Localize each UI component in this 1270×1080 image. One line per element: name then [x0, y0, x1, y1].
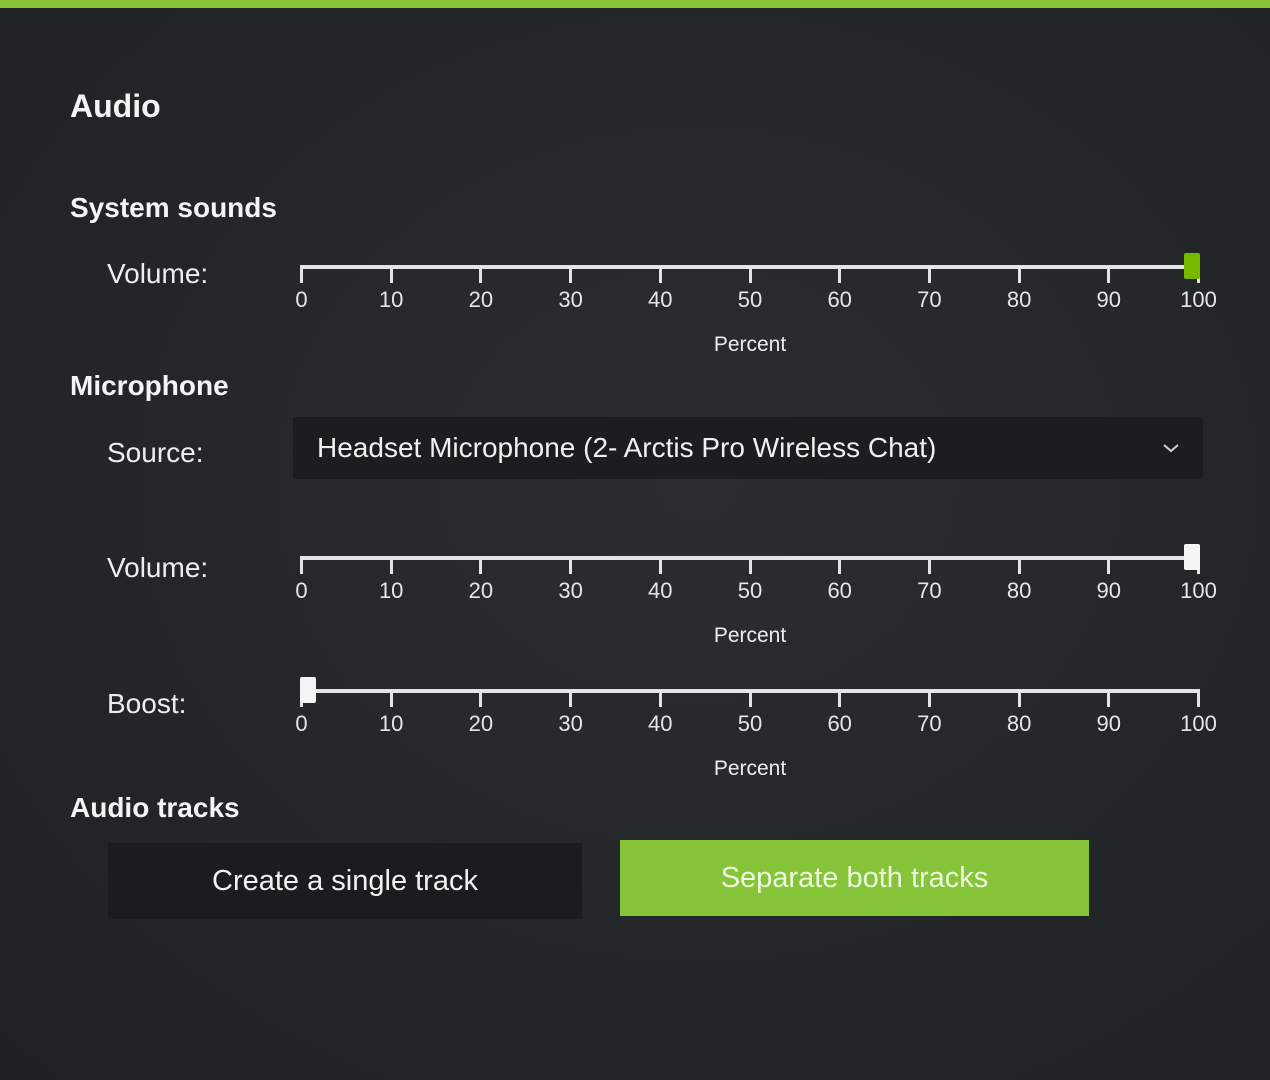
audio-settings-panel: Audio System sounds Volume: Percent 0 10 2… — [0, 0, 1270, 1080]
slider-tick — [479, 693, 483, 707]
slider-tick-label: 10 — [378, 578, 404, 603]
slider-tick-label: 40 — [648, 711, 673, 736]
slider-tick-label: 10 — [378, 287, 404, 312]
slider-tick — [389, 560, 393, 574]
slider-tick-label: 60 — [827, 711, 852, 736]
slider-tick — [1107, 693, 1111, 707]
slider-tick — [569, 693, 573, 707]
slider-tick-label: 20 — [468, 711, 494, 736]
slider-tick — [927, 269, 931, 283]
slider-thumb[interactable] — [300, 677, 316, 703]
slider-tick-label: 30 — [558, 287, 583, 312]
slider-tick — [389, 269, 393, 283]
slider-tick — [927, 560, 931, 574]
slider-tick — [658, 269, 662, 283]
slider-tick — [927, 693, 931, 707]
slider-tick — [389, 693, 393, 707]
slider-tick-label: 50 — [737, 578, 763, 603]
microphone-volume-label: Volume: — [107, 552, 209, 583]
slider-tick — [748, 269, 752, 283]
slider-tick-label: 70 — [917, 287, 942, 312]
slider-tick-label: 90 — [1096, 287, 1122, 312]
microphone-boost-slider[interactable]: Percent 0 10 20 30 40 50 60 70 80 90 100 — [295, 677, 1217, 789]
slider-tick — [1017, 693, 1021, 707]
slider-tick — [479, 560, 483, 574]
slider-tick-label: 30 — [558, 711, 583, 736]
microphone-volume-slider[interactable]: Percent 0 10 20 30 40 50 60 70 80 90 100 — [295, 544, 1217, 656]
system-volume-label: Volume: — [107, 258, 209, 289]
slider-tick-label: 50 — [737, 287, 763, 312]
separate-both-tracks-button[interactable]: Separate both tracks — [620, 840, 1089, 916]
slider-axis-label: Percent — [713, 333, 787, 356]
slider-tick — [1017, 269, 1021, 283]
slider-tick — [1017, 560, 1021, 574]
slider-tick-label: 0 — [295, 578, 308, 603]
slider-tick — [300, 269, 303, 283]
slider-tick-label: 50 — [737, 711, 763, 736]
microphone-heading: Microphone — [70, 370, 229, 401]
slider-tick — [838, 693, 842, 707]
slider-tick-label: 60 — [827, 578, 852, 603]
slider-tick — [838, 560, 842, 574]
page-title: Audio — [70, 88, 161, 124]
slider-tick-label: 80 — [1006, 711, 1032, 736]
slider-tick-label: 80 — [1006, 287, 1032, 312]
slider-tick — [1197, 693, 1200, 707]
slider-tick-label: 90 — [1096, 578, 1122, 603]
slider-tick-label: 30 — [558, 578, 583, 603]
slider-tick — [658, 693, 662, 707]
slider-tick — [569, 560, 573, 574]
microphone-source-label: Source: — [107, 437, 204, 468]
microphone-source-dropdown[interactable]: Headset Microphone (2- Arctis Pro Wirele… — [293, 417, 1203, 479]
slider-tick-label: 70 — [917, 711, 942, 736]
slider-tick — [658, 560, 662, 574]
slider-tick-label: 60 — [827, 287, 852, 312]
microphone-source-value: Headset Microphone (2- Arctis Pro Wirele… — [317, 432, 937, 463]
audio-tracks-heading: Audio tracks — [70, 792, 240, 823]
slider-tick-label: 80 — [1006, 578, 1032, 603]
slider-tick-label: 20 — [468, 287, 494, 312]
chevron-down-icon[interactable] — [1151, 442, 1191, 454]
slider-tick — [748, 693, 752, 707]
slider-tick-label: 0 — [295, 711, 308, 736]
slider-tick — [479, 269, 483, 283]
slider-tick — [569, 269, 573, 283]
system-volume-slider[interactable]: Percent 0 10 20 30 40 50 60 70 80 90 100 — [295, 253, 1217, 365]
slider-thumb[interactable] — [1184, 253, 1200, 279]
slider-axis-label: Percent — [713, 757, 787, 780]
slider-tick-label: 40 — [648, 287, 673, 312]
slider-tick-label: 10 — [378, 711, 404, 736]
slider-tick — [838, 269, 842, 283]
slider-tick-label: 20 — [468, 578, 494, 603]
system-sounds-heading: System sounds — [70, 192, 277, 223]
slider-tick-label: 70 — [917, 578, 942, 603]
microphone-boost-label: Boost: — [107, 688, 187, 719]
slider-tick-label: 100 — [1180, 711, 1217, 736]
slider-tick-label: 90 — [1096, 711, 1122, 736]
slider-tick-label: 100 — [1180, 578, 1217, 603]
create-single-track-button[interactable]: Create a single track — [108, 843, 582, 919]
slider-tick-label: 40 — [648, 578, 673, 603]
slider-tick — [300, 560, 303, 574]
top-accent-bar — [0, 0, 1270, 8]
slider-tick — [748, 560, 752, 574]
slider-tick — [1107, 560, 1111, 574]
slider-thumb[interactable] — [1184, 544, 1200, 570]
slider-tick — [1107, 269, 1111, 283]
slider-tick-label: 0 — [295, 287, 308, 312]
slider-axis-label: Percent — [713, 624, 787, 647]
slider-tick-label: 100 — [1180, 287, 1217, 312]
